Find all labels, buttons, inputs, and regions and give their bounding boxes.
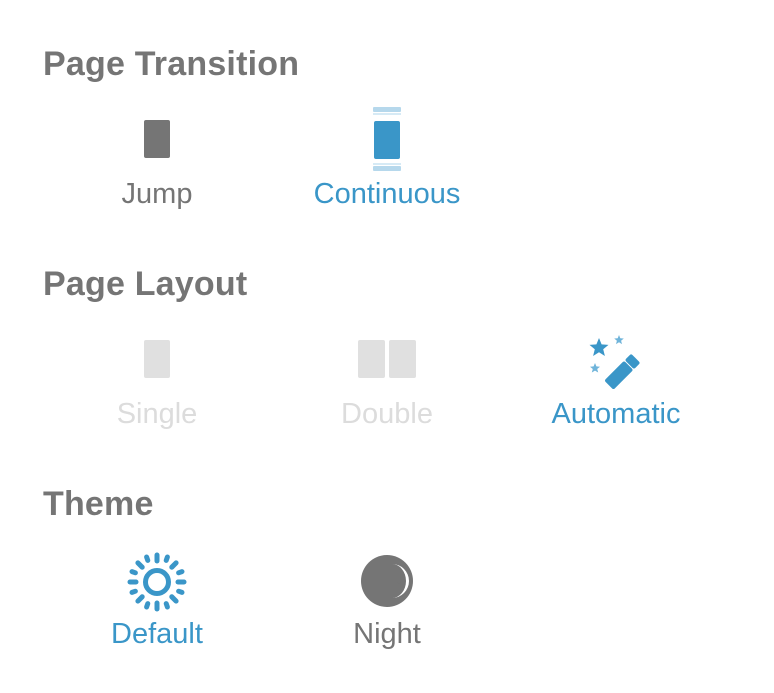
magic-wand-icon [589,335,640,389]
default-label: Default [111,618,203,650]
jump-label: Jump [121,178,193,210]
double-label: Double [341,398,433,430]
double-page-icon [358,340,416,378]
continuous-label: Continuous [313,178,461,210]
theme-title: Theme [43,485,154,523]
page-transition-jump-option[interactable]: Jump [42,105,272,215]
night-label: Night [353,618,421,650]
page-transition-continuous-option[interactable]: Continuous [272,105,502,215]
page-layout-double-option: Double [272,325,502,435]
theme-night-option[interactable]: Night [272,545,502,655]
moon-icon [361,555,413,607]
page-transition-title: Page Transition [43,45,300,83]
single-page-icon [144,340,170,378]
continuous-scroll-icon [373,107,401,171]
page-layout-single-option: Single [42,325,272,435]
single-label: Single [116,398,198,430]
sun-icon [127,552,187,612]
theme-default-option[interactable]: Default [42,545,272,655]
single-page-icon [144,120,170,158]
page-layout-automatic-option[interactable]: Automatic [501,325,731,435]
automatic-label: Automatic [551,398,681,430]
page-layout-title: Page Layout [43,265,248,303]
